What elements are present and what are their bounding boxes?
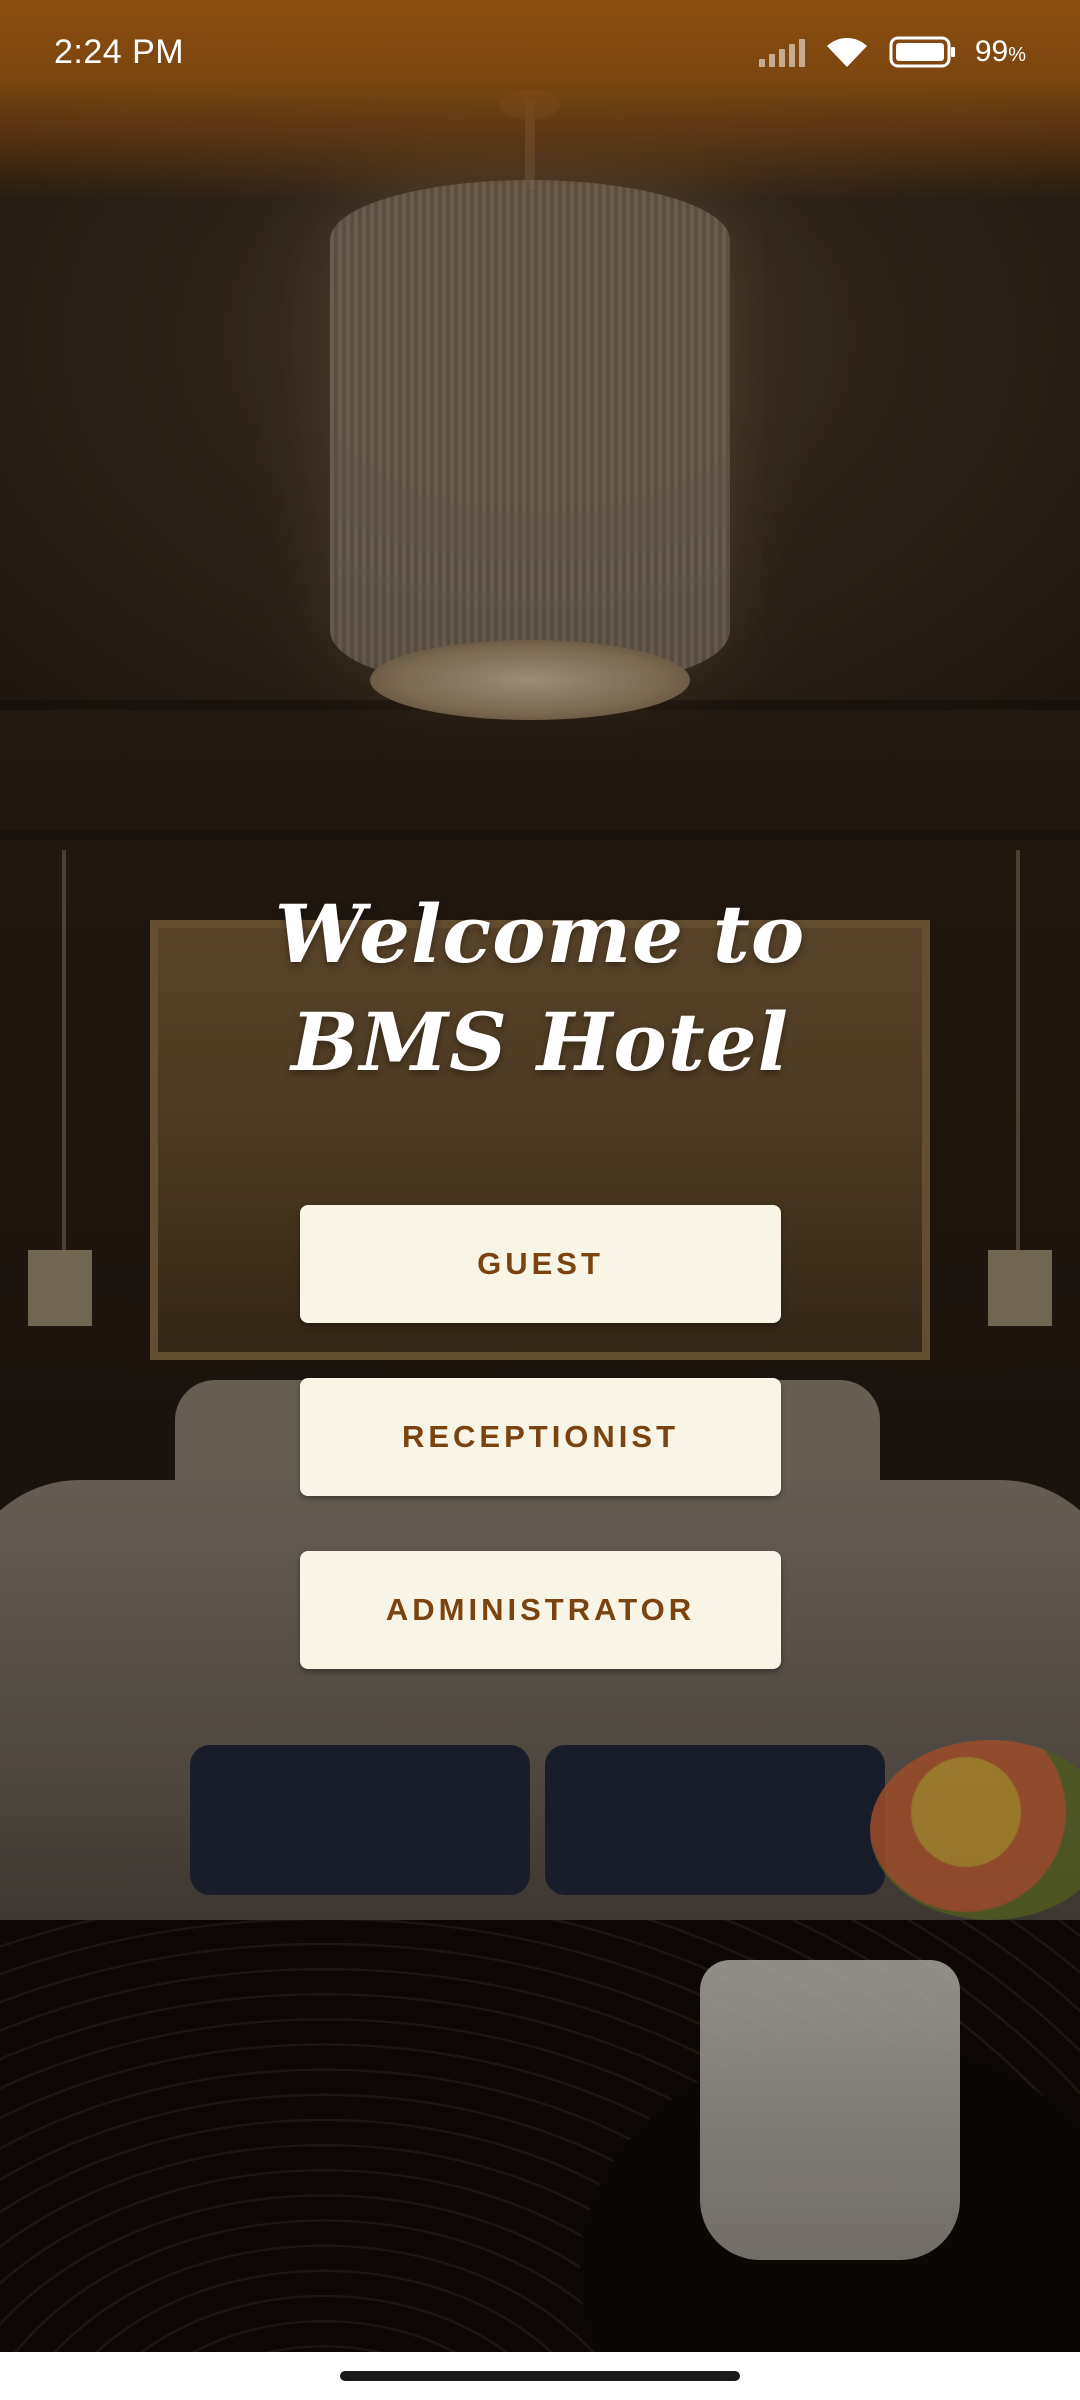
home-indicator[interactable] (340, 2371, 740, 2381)
welcome-line-1: Welcome to (274, 887, 806, 981)
cellular-signal-icon (758, 37, 805, 67)
wifi-icon (823, 34, 871, 70)
battery-icon (889, 35, 957, 69)
welcome-line-2: BMS Hotel (291, 995, 789, 1089)
battery-percent: 99% (974, 35, 1026, 68)
receptionist-button[interactable]: RECEPTIONIST (300, 1378, 781, 1496)
status-time: 2:24 PM (54, 32, 185, 71)
guest-button[interactable]: GUEST (300, 1205, 781, 1323)
status-bar: 2:24 PM 99% (0, 0, 1080, 200)
hotel-bedroom-background (0, 0, 1080, 2400)
welcome-title: Welcome to BMS Hotel (0, 880, 1080, 1096)
administrator-button[interactable]: ADMINISTRATOR (300, 1551, 781, 1669)
